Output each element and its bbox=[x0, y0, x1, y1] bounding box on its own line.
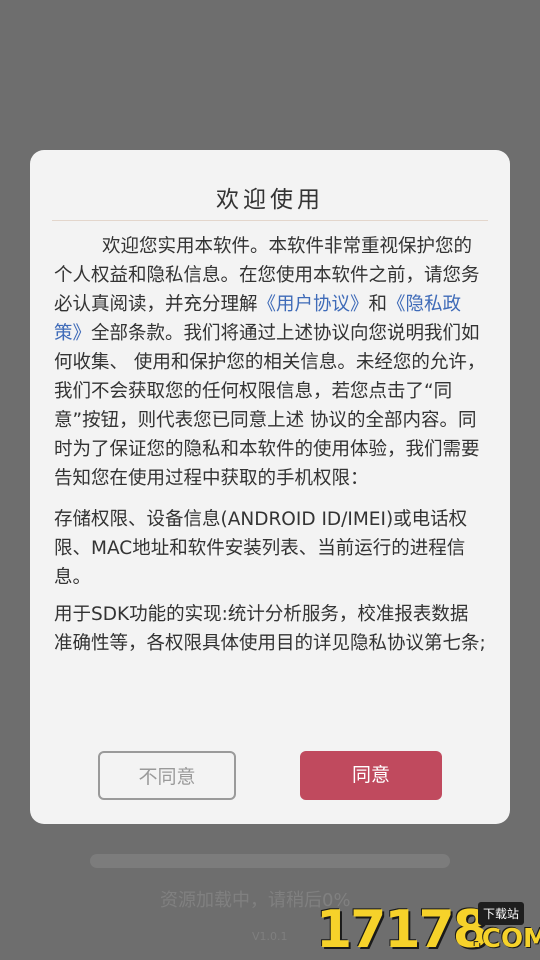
agree-button[interactable]: 同意 bbox=[300, 751, 442, 800]
permissions-paragraph: 存储权限、设备信息(ANDROID ID/IMEI)或电话权限、MAC地址和软件… bbox=[54, 509, 468, 588]
loading-progress-bar bbox=[90, 854, 450, 868]
intro-rest-text: 全部条款。我们将通过上述协议向您说明我们如何收集、 使用和保护您的相关信息。未经… bbox=[54, 323, 486, 489]
version-label: V1.0.1 bbox=[252, 930, 288, 943]
watermark-logo: 17178 下载站 .COM bbox=[316, 900, 540, 960]
dialog-content: 欢迎您实用本软件。本软件非常重视保护您的个人权益和隐私信息。在您使用本软件之前，… bbox=[54, 232, 486, 658]
intro-paragraph: 欢迎您实用本软件。本软件非常重视保护您的个人权益和隐私信息。在您使用本软件之前，… bbox=[54, 232, 486, 493]
watermark-number: 17178 bbox=[316, 900, 489, 960]
dialog-title: 欢迎使用 bbox=[216, 187, 324, 213]
and-text: 和 bbox=[368, 294, 388, 315]
privacy-dialog: 欢迎使用 欢迎您实用本软件。本软件非常重视保护您的个人权益和隐私信息。在您使用本… bbox=[30, 150, 510, 824]
watermark-domain: .COM bbox=[472, 924, 540, 954]
disagree-button[interactable]: 不同意 bbox=[98, 751, 236, 800]
sdk-paragraph: 用于SDK功能的实现:统计分析服务，校准报表数据准确性等，各权限具体使用目的详见… bbox=[54, 604, 486, 654]
title-divider bbox=[52, 220, 488, 221]
watermark-badge: 下载站 bbox=[478, 902, 525, 925]
user-agreement-link[interactable]: 《用户协议》 bbox=[258, 294, 369, 315]
